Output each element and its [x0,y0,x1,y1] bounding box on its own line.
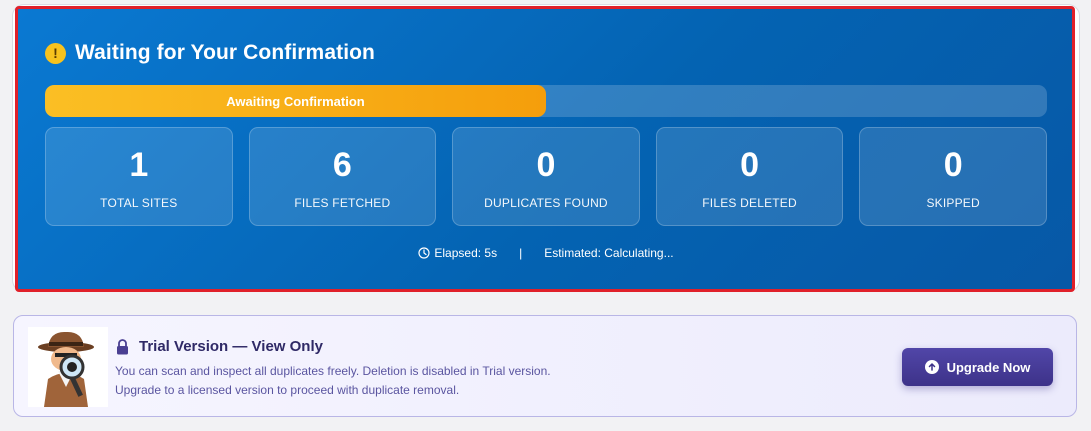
elapsed-time: Elapsed: 5s [434,246,498,260]
detective-icon [28,327,108,407]
trial-banner: Trial Version — View Only You can scan a… [13,315,1077,417]
stat-value: 6 [332,146,352,184]
arrow-up-circle-icon [924,360,939,374]
trial-header: Trial Version — View Only [116,338,323,355]
status-panel: ! Waiting for Your Confirmation Awaiting… [15,6,1075,292]
upgrade-now-button[interactable]: Upgrade Now [902,348,1053,386]
stat-label: TOTAL SITES [100,196,178,210]
stat-label: DUPLICATES FOUND [484,196,608,210]
detective-avatar [28,327,108,407]
stat-value: 1 [129,146,149,184]
stats-row: 1 TOTAL SITES 6 FILES FETCHED 0 DUPLICAT… [45,127,1047,226]
estimated-time: Estimated: Calculating... [544,246,674,260]
stat-skipped: 0 SKIPPED [859,127,1047,226]
progress-label: Awaiting Confirmation [226,93,365,109]
trial-description: You can scan and inspect all duplicates … [115,362,551,400]
timing-row: Elapsed: 5s | Estimated: Calculating... [45,246,1047,260]
stat-duplicates-found: 0 DUPLICATES FOUND [452,127,640,226]
stat-value: 0 [943,146,963,184]
stat-value: 0 [740,146,760,184]
progress-fill: Awaiting Confirmation [45,85,546,117]
lock-icon [117,338,128,354]
trial-description-line-2: Upgrade to a licensed version to proceed… [115,383,460,397]
timing-separator: | [519,246,523,260]
trial-description-line-1: You can scan and inspect all duplicates … [115,364,551,378]
warning-icon: ! [45,42,66,64]
clock-icon [418,247,430,259]
status-title: Waiting for Your Confirmation [75,41,375,64]
stat-files-fetched: 6 FILES FETCHED [248,127,437,226]
stat-value: 0 [536,146,556,184]
stat-label: FILES DELETED [702,196,797,210]
trial-title: Trial Version — View Only [139,338,323,355]
stat-total-sites: 1 TOTAL SITES [45,127,233,226]
upgrade-now-label: Upgrade Now [946,359,1031,375]
stat-label: FILES FETCHED [294,196,391,210]
stat-files-deleted: 0 FILES DELETED [655,127,844,226]
progress-bar: Awaiting Confirmation [45,85,1047,117]
status-header: ! Waiting for Your Confirmation [45,41,375,65]
stat-label: SKIPPED [926,196,980,210]
